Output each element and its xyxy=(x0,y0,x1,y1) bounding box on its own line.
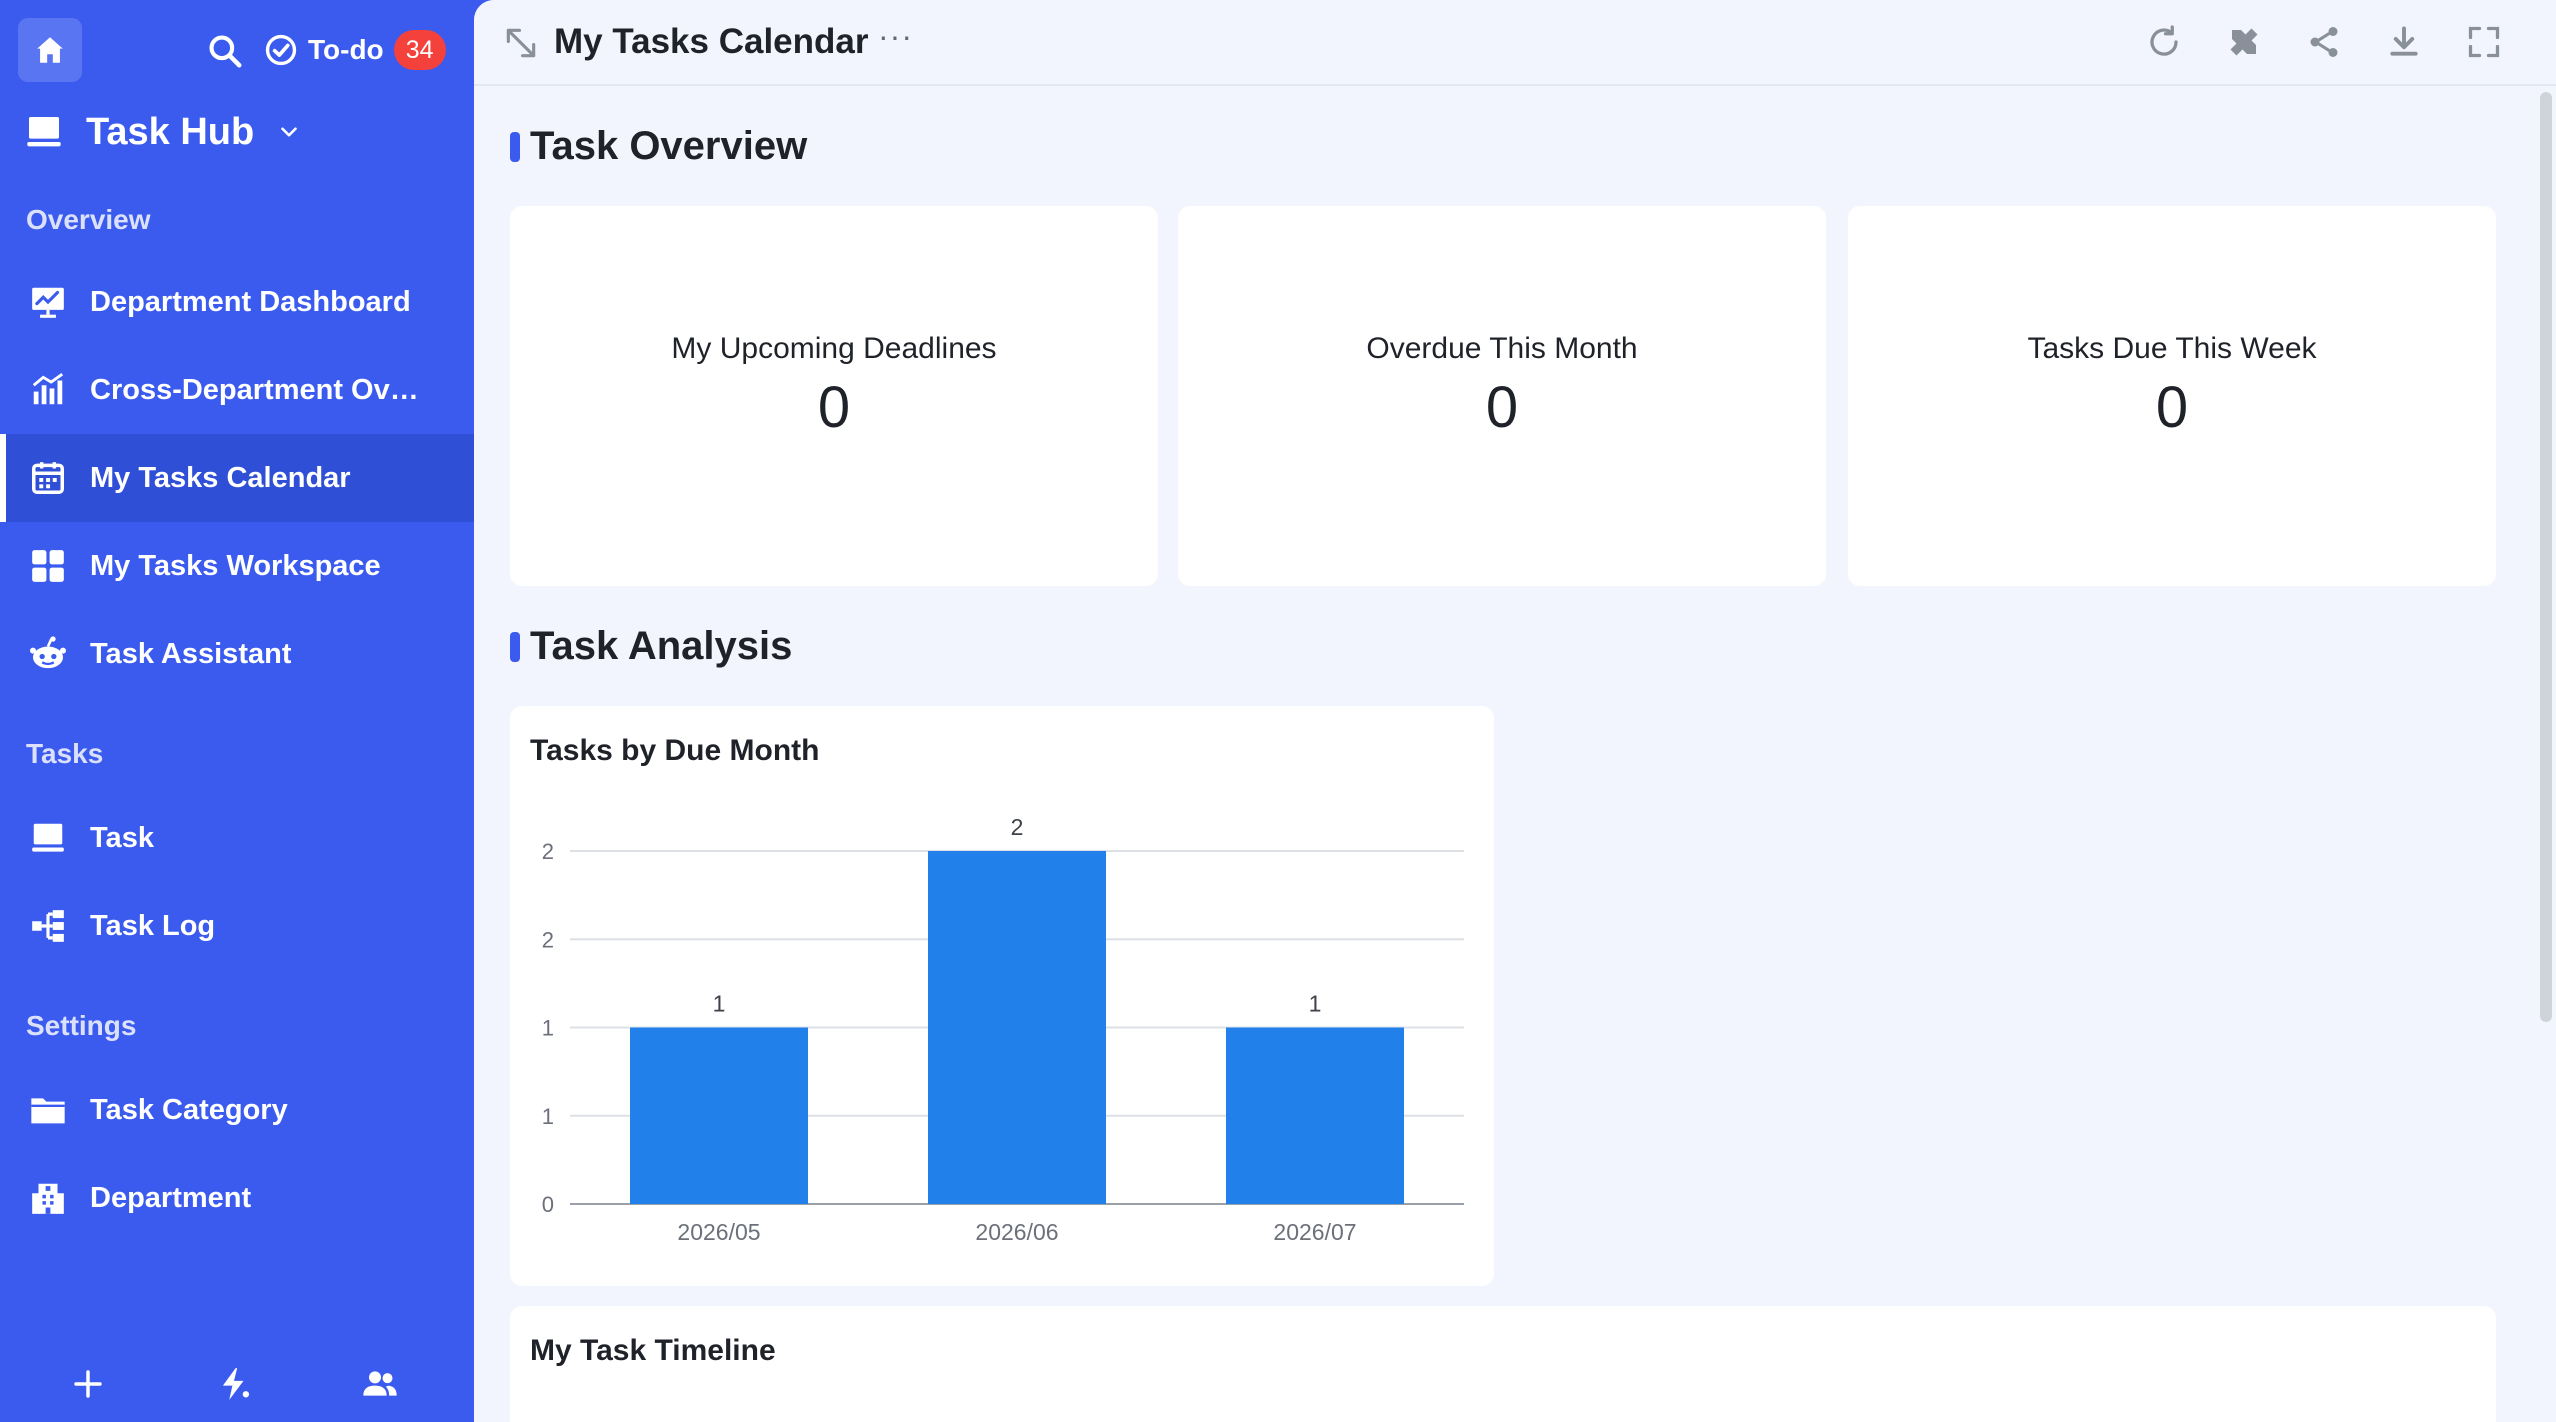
section-settings: Settings xyxy=(26,1010,137,1041)
y-tick-label: 2 xyxy=(542,927,554,952)
todo-count-badge: 34 xyxy=(393,30,446,70)
sidebar-item-my-tasks-calendar[interactable]: My Tasks Calendar xyxy=(0,434,474,522)
section-tasks: Tasks xyxy=(26,738,104,769)
sidebar-item-label: Task Log xyxy=(90,909,216,942)
data-label: 1 xyxy=(1309,991,1322,1017)
sidebar-item-task[interactable]: Task xyxy=(0,794,474,882)
bar-chart: 0 1 1 2 2 1 2026/05 2 2026/06 1 2026/07 xyxy=(542,814,1464,1245)
app-switcher[interactable]: Task Hub xyxy=(24,104,302,160)
fullscreen-icon xyxy=(2468,26,2500,58)
stat-card-upcoming-deadlines[interactable]: My Upcoming Deadlines 0 xyxy=(510,206,1158,586)
timeline-card: My Task Timeline xyxy=(510,1306,2496,1422)
stat-label: Overdue This Month xyxy=(1366,331,1638,365)
share-icon xyxy=(2310,27,2338,57)
design-button[interactable] xyxy=(2224,22,2264,62)
todo-label: To-do xyxy=(308,34,384,65)
sidebar-item-department-dashboard[interactable]: Department Dashboard xyxy=(0,258,474,346)
home-icon xyxy=(37,37,63,63)
sidebar-item-label: Department xyxy=(90,1181,252,1214)
section-accent-bar xyxy=(510,631,520,662)
sidebar: To-do 34 Task Hub Overview Department Da… xyxy=(0,0,474,1422)
section-overview: Overview xyxy=(26,204,151,235)
sidebar-item-cross-department[interactable]: Cross-Department Overview xyxy=(0,346,474,434)
refresh-button[interactable] xyxy=(2144,22,2184,62)
monitor-icon xyxy=(27,117,61,147)
robot-icon xyxy=(28,634,68,674)
stat-label: My Upcoming Deadlines xyxy=(671,331,997,365)
add-button[interactable] xyxy=(64,1360,112,1408)
more-options-button[interactable]: ··· xyxy=(878,18,913,55)
sidebar-item-label: Task xyxy=(90,821,154,854)
section-accent-bar xyxy=(510,131,520,162)
bar xyxy=(928,851,1106,1204)
sidebar-item-my-tasks-workspace[interactable]: My Tasks Workspace xyxy=(0,522,474,610)
main-content: My Tasks Calendar ··· Task Overview My U… xyxy=(474,0,2556,1422)
bar xyxy=(1226,1027,1404,1204)
sidebar-item-label: Task Category xyxy=(90,1093,288,1126)
calendar-icon xyxy=(28,458,68,498)
sidebar-item-department[interactable]: Department xyxy=(0,1154,474,1242)
app-title: Task Hub xyxy=(86,110,255,153)
chart-card-tasks-by-due-month: Tasks by Due Month 0 1 1 2 2 1 2026/05 2 2026/06… xyxy=(510,706,1494,1286)
x-tick-label: 2026/05 xyxy=(677,1219,760,1245)
lightning-icon xyxy=(222,1368,250,1400)
check-circle-icon xyxy=(265,34,297,66)
page-title: My Tasks Calendar xyxy=(554,22,869,61)
sidebar-item-task-assistant[interactable]: Task Assistant xyxy=(0,610,474,698)
sidebar-item-label: My Tasks Calendar xyxy=(90,461,351,494)
task-analysis-header: Task Analysis xyxy=(510,624,792,669)
todo-button[interactable]: To-do 34 xyxy=(264,24,446,76)
data-label: 1 xyxy=(713,991,726,1017)
top-bar: My Tasks Calendar ··· xyxy=(474,0,2556,86)
home-button[interactable] xyxy=(18,18,82,82)
stat-value: 0 xyxy=(2155,374,2189,440)
collapse-sidebar-button[interactable] xyxy=(502,24,540,62)
y-tick-label: 2 xyxy=(542,839,554,864)
grid-icon xyxy=(28,546,68,586)
stat-value: 0 xyxy=(1485,374,1519,440)
users-icon xyxy=(363,1371,397,1396)
x-tick-label: 2026/07 xyxy=(1273,1219,1356,1245)
building-icon xyxy=(28,1178,68,1218)
automation-button[interactable] xyxy=(210,1360,258,1408)
x-tick-label: 2026/06 xyxy=(975,1219,1058,1245)
refresh-icon xyxy=(2150,25,2178,56)
monitor-icon xyxy=(28,818,68,858)
share-button[interactable] xyxy=(2304,22,2344,62)
stat-card-due-this-week[interactable]: Tasks Due This Week 0 xyxy=(1848,206,2496,586)
sidebar-item-label: Task Assistant xyxy=(90,637,292,670)
y-tick-label: 1 xyxy=(542,1016,554,1041)
bar-chart-icon xyxy=(28,370,68,410)
task-analysis-title: Task Analysis xyxy=(530,624,793,668)
arrows-diagonal-icon xyxy=(506,28,536,58)
sidebar-item-task-category[interactable]: Task Category xyxy=(0,1066,474,1154)
stat-label: Tasks Due This Week xyxy=(2027,331,2317,365)
presentation-chart-icon xyxy=(28,282,68,322)
ruler-pencil-icon xyxy=(2228,26,2260,58)
task-overview-header: Task Overview xyxy=(510,124,807,169)
chevron-down-icon xyxy=(281,127,298,137)
task-overview-title: Task Overview xyxy=(530,124,808,168)
download-button[interactable] xyxy=(2384,22,2424,62)
bar xyxy=(630,1027,808,1204)
search-icon xyxy=(209,35,242,68)
data-label: 2 xyxy=(1011,814,1024,840)
y-tick-label: 0 xyxy=(542,1192,554,1217)
members-button[interactable] xyxy=(356,1360,404,1408)
plus-icon xyxy=(74,1370,102,1398)
search-button[interactable] xyxy=(206,32,244,70)
hierarchy-icon xyxy=(28,906,68,946)
timeline-title: My Task Timeline xyxy=(530,1334,776,1367)
download-icon xyxy=(2390,26,2418,56)
sidebar-item-label: My Tasks Workspace xyxy=(90,549,381,582)
sidebar-item-label: Department Dashboard xyxy=(90,285,411,318)
stat-value: 0 xyxy=(817,374,851,440)
scrollbar[interactable] xyxy=(2540,92,2552,1022)
sidebar-item-label: Cross-Department Overview xyxy=(90,373,425,406)
fullscreen-button[interactable] xyxy=(2464,22,2504,62)
folder-icon xyxy=(28,1090,68,1130)
stat-card-overdue-this-month[interactable]: Overdue This Month 0 xyxy=(1178,206,1826,586)
sidebar-item-task-log[interactable]: Task Log xyxy=(0,882,474,970)
y-tick-label: 1 xyxy=(542,1104,554,1129)
